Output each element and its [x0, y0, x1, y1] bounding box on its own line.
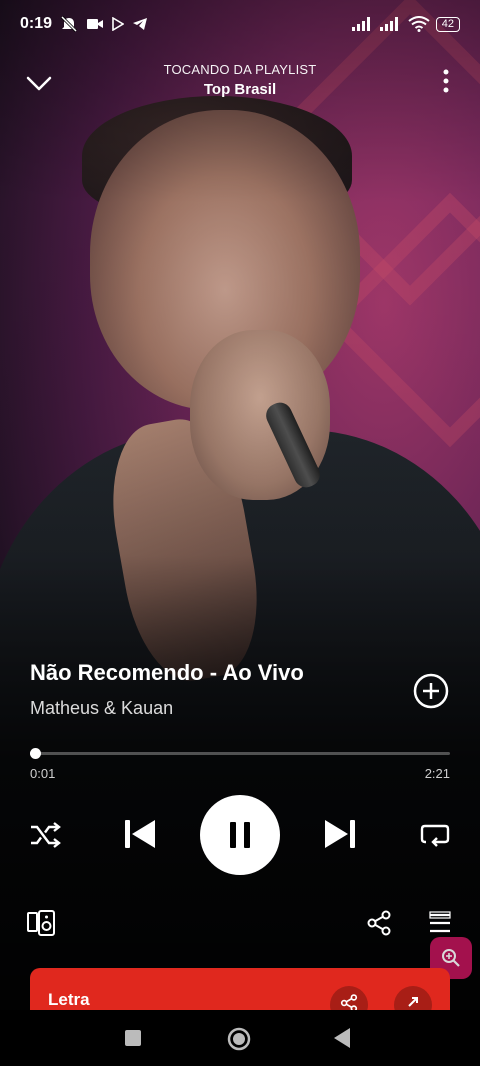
playing-from-label: TOCANDO DA PLAYLIST — [163, 62, 317, 77]
track-title[interactable]: Não Recomendo - Ao Vivo — [30, 660, 390, 686]
playlist-name[interactable]: Top Brasil — [0, 81, 480, 98]
lyrics-label: Letra — [48, 990, 90, 1009]
play-store-icon — [112, 17, 125, 31]
signal-icon — [351, 17, 370, 31]
lyrics-expand-button[interactable] — [394, 986, 432, 1010]
telegram-icon — [133, 18, 148, 30]
zoom-icon — [442, 949, 460, 967]
pause-icon — [230, 822, 250, 848]
progress-track — [30, 752, 450, 755]
shuffle-icon[interactable] — [28, 818, 62, 852]
home-icon[interactable] — [226, 1026, 252, 1052]
progress-handle[interactable] — [30, 748, 41, 759]
current-time: 0:01 — [30, 766, 56, 781]
skip-next-icon[interactable] — [320, 814, 360, 854]
player-header: TOCANDO DA PLAYLIST Top Brasil — [0, 58, 480, 108]
share-icon[interactable] — [366, 910, 392, 936]
more-vert-icon[interactable] — [440, 68, 452, 96]
repeat-icon[interactable] — [418, 818, 452, 852]
lyrics-card[interactable]: Letra — [30, 968, 450, 1010]
share-icon — [340, 994, 358, 1010]
lyrics-share-button[interactable] — [330, 986, 368, 1010]
progress-bar[interactable] — [30, 748, 450, 759]
status-bar: 0:19 42 — [0, 0, 480, 48]
battery-indicator: 42 — [435, 16, 460, 32]
track-artist[interactable]: Matheus & Kauan — [30, 698, 390, 719]
recents-icon[interactable] — [124, 1029, 142, 1047]
status-time: 0:19 — [20, 15, 53, 32]
wifi-icon — [408, 16, 430, 32]
mute-icon — [60, 16, 78, 32]
devices-icon[interactable] — [26, 908, 56, 938]
system-nav-bar — [0, 1010, 480, 1066]
add-circle-icon[interactable] — [413, 673, 449, 709]
queue-icon[interactable] — [428, 910, 452, 936]
signal-icon-2 — [379, 17, 398, 31]
back-icon[interactable] — [332, 1027, 352, 1049]
play-pause-button[interactable] — [200, 795, 280, 875]
track-info: Não Recomendo - Ao Vivo Matheus & Kauan — [30, 660, 390, 719]
video-icon — [87, 19, 104, 29]
total-time: 2:21 — [424, 766, 450, 781]
skip-previous-icon[interactable] — [120, 814, 160, 854]
expand-icon — [408, 997, 418, 1007]
